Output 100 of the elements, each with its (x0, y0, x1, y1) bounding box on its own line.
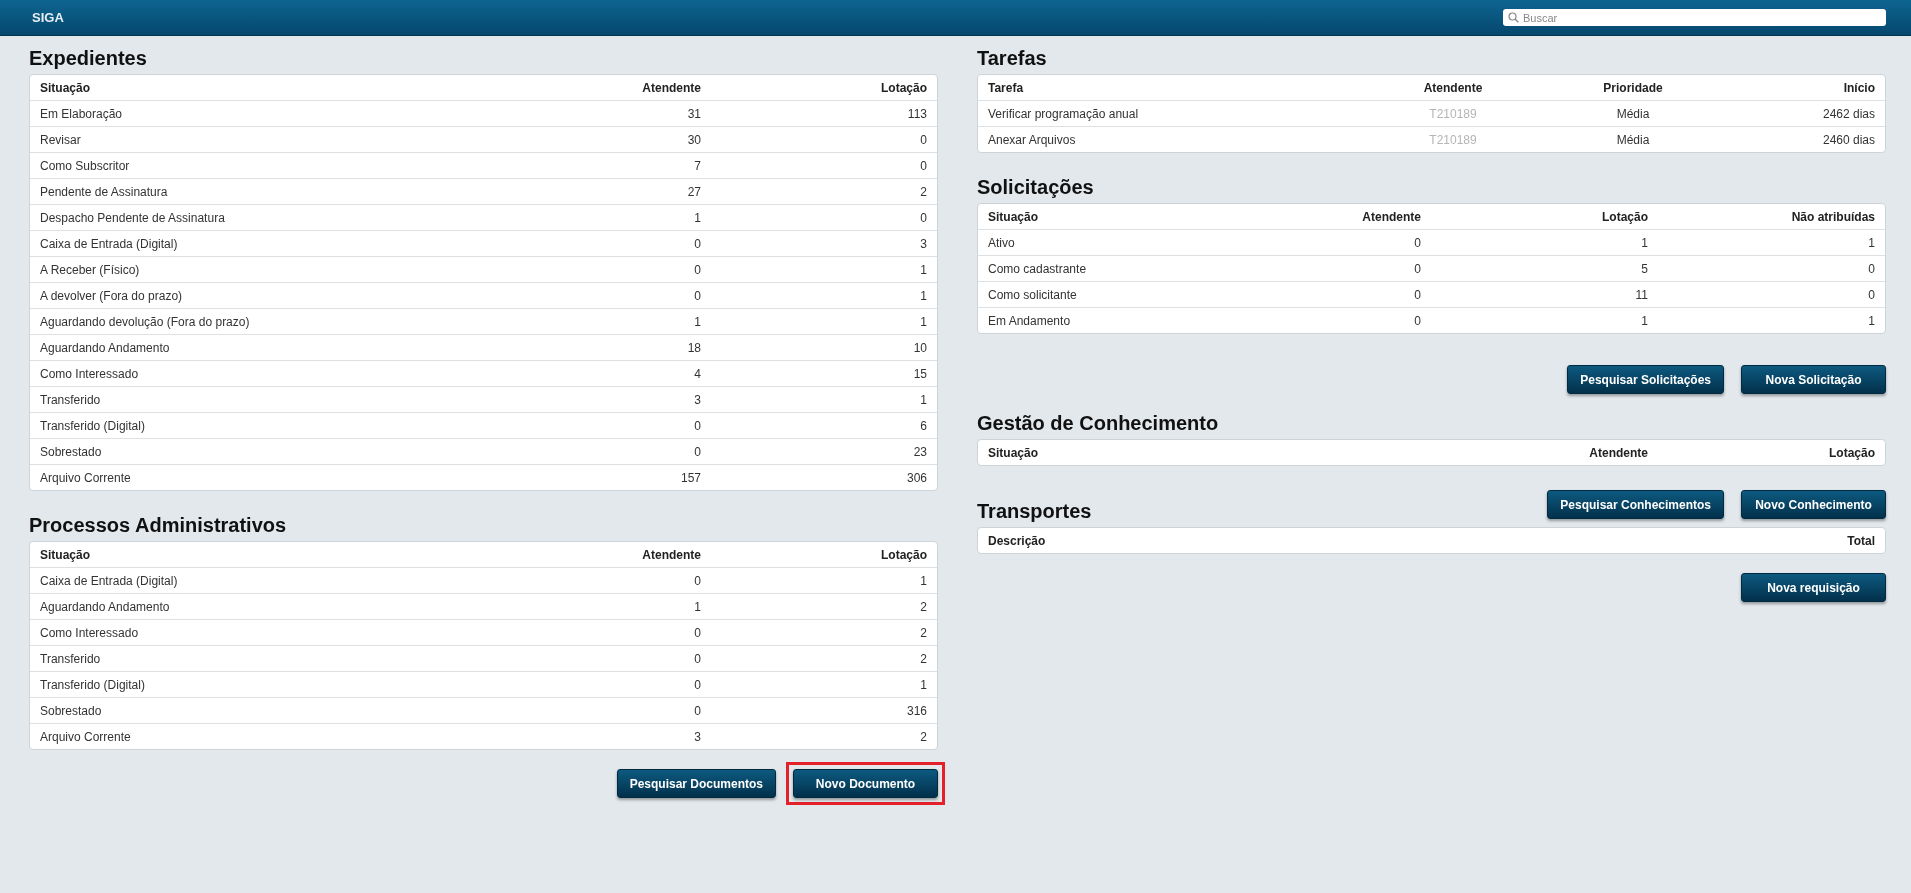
table-cell-text: 0 (1413, 235, 1422, 250)
section-title: Transportes (977, 500, 1092, 522)
table-cell-text: 113 (906, 106, 928, 121)
column-header: Situação (987, 445, 1039, 460)
table-cell-text: 0 (693, 288, 702, 303)
table-cell-text: 0 (1413, 261, 1422, 276)
column-header: Lotação (1828, 445, 1876, 460)
table-cell-text: 1 (919, 262, 928, 277)
table-cell-text: Sobrestado (39, 444, 103, 459)
table-cell-text: 0 (919, 210, 928, 225)
table-cell-text: 1 (693, 314, 702, 329)
table-cell-text: 1 (693, 210, 702, 225)
table-cell-text: Em Andamento (987, 313, 1072, 328)
column-header: Atendente (1422, 80, 1484, 95)
app-brand[interactable]: SIGA (32, 10, 64, 25)
table-cell-text: Transferido (39, 651, 102, 666)
table-cell-text: 2 (919, 729, 928, 744)
action-button[interactable]: Pesquisar Documentos (616, 769, 776, 798)
column-header: Total (1846, 533, 1876, 548)
table-cell-text: 2 (919, 184, 928, 199)
table-cell-text: 6 (919, 418, 928, 433)
column-header: Prioridade (1602, 80, 1664, 95)
table-cell-text: Arquivo Corrente (39, 470, 132, 485)
column-header: Situação (39, 547, 91, 562)
table-cell-text: 1 (1867, 313, 1876, 328)
column-header: Atendente (641, 80, 702, 95)
column-header: Lotação (1601, 209, 1649, 224)
table-cell-text: 1 (919, 573, 928, 588)
column-header: Lotação (880, 547, 928, 562)
section-title: Gestão de Conhecimento (977, 412, 1219, 434)
action-button[interactable]: Nova Solicitação (1741, 365, 1886, 394)
table-cell-text: 7 (693, 158, 702, 173)
table-cell-text: 0 (1867, 261, 1876, 276)
table-cell-text: 316 (905, 703, 928, 718)
table-cell-text: 23 (912, 444, 928, 459)
table-cell-text: Verificar programação anual (987, 106, 1140, 121)
table-cell-text: 27 (686, 184, 702, 199)
section-title: Expedientes (29, 47, 147, 69)
action-button[interactable]: Novo Documento (793, 769, 938, 798)
table-cell-text: 0 (1413, 287, 1422, 302)
section-title: Tarefas (977, 47, 1047, 69)
table-cell-text: 18 (686, 340, 702, 355)
table-cell-text: 3 (693, 729, 702, 744)
column-header: Atendente (1588, 445, 1649, 460)
table-cell-text: Em Elaboração (39, 106, 124, 121)
table-cell-text: 2460 dias (1821, 132, 1876, 147)
table-cell-text: Como Interessado (39, 366, 140, 381)
table-cell-text: Caixa de Entrada (Digital) (39, 236, 179, 251)
column-header: Atendente (641, 547, 702, 562)
table-cell-text: Pendente de Assinatura (39, 184, 169, 199)
table-cell-text: 0 (919, 158, 928, 173)
table-cell-text: Caixa de Entrada (Digital) (39, 573, 179, 588)
table-cell-text: Como cadastrante (987, 261, 1088, 276)
table-cell-text: 0 (1867, 287, 1876, 302)
table-cell-text: 0 (693, 677, 702, 692)
table-cell-text: 11 (1634, 287, 1649, 302)
table-cell-text: A Receber (Físico) (39, 262, 141, 277)
table-cell-text: 2 (919, 625, 928, 640)
table-cell-text: 0 (693, 651, 702, 666)
column-header: Início (1842, 80, 1876, 95)
table-cell-text: Anexar Arquivos (987, 132, 1077, 147)
table-cell-text: 0 (693, 262, 702, 277)
column-header: Atendente (1361, 209, 1422, 224)
table-cell-text: Aguardando Andamento (39, 340, 171, 355)
table-cell-text: 0 (693, 703, 702, 718)
table-cell-text: 10 (912, 340, 928, 355)
table-cell-text: Arquivo Corrente (39, 729, 132, 744)
table-cell-text: Revisar (39, 132, 82, 147)
action-button[interactable]: Nova requisição (1741, 573, 1886, 602)
table-cell-text: 1 (693, 599, 702, 614)
column-header: Tarefa (987, 80, 1025, 95)
table-cell-text: A devolver (Fora do prazo) (39, 288, 184, 303)
table-cell-text: 1 (919, 677, 928, 692)
action-button[interactable]: Pesquisar Solicitações (1567, 365, 1724, 394)
action-button[interactable]: Novo Conhecimento (1741, 490, 1886, 519)
table-cell-text: 1 (919, 392, 928, 407)
table-cell-text: 1 (919, 314, 928, 329)
table-cell-text: T210189 (1428, 132, 1478, 147)
table-cell-text: Transferido (Digital) (39, 418, 146, 433)
table-cell-text: 4 (693, 366, 702, 381)
section-title: Processos Administrativos (29, 514, 287, 536)
column-header: Não atribuídas (1790, 209, 1876, 224)
search-field[interactable]: Buscar (1503, 9, 1886, 26)
table-cell-text: Como Interessado (39, 625, 140, 640)
table-cell-text: 1 (1867, 235, 1876, 250)
table-cell-text: 0 (693, 625, 702, 640)
column-header: Descrição (987, 533, 1047, 548)
column-header: Lotação (880, 80, 928, 95)
table-cell-text: 0 (693, 444, 702, 459)
table-cell-text: 3 (693, 392, 702, 407)
table-cell-text: Como solicitante (987, 287, 1078, 302)
table-cell-text: 1 (1640, 235, 1649, 250)
table-cell-text: T210189 (1428, 106, 1478, 121)
column-header: Situação (39, 80, 91, 95)
table-cell-text: 2 (919, 651, 928, 666)
table-cell-text: Sobrestado (39, 703, 103, 718)
table-cell-text: 0 (919, 132, 928, 147)
table-cell-text: 0 (1413, 313, 1422, 328)
action-button[interactable]: Pesquisar Conhecimentos (1547, 490, 1724, 519)
column-header: Situação (987, 209, 1039, 224)
